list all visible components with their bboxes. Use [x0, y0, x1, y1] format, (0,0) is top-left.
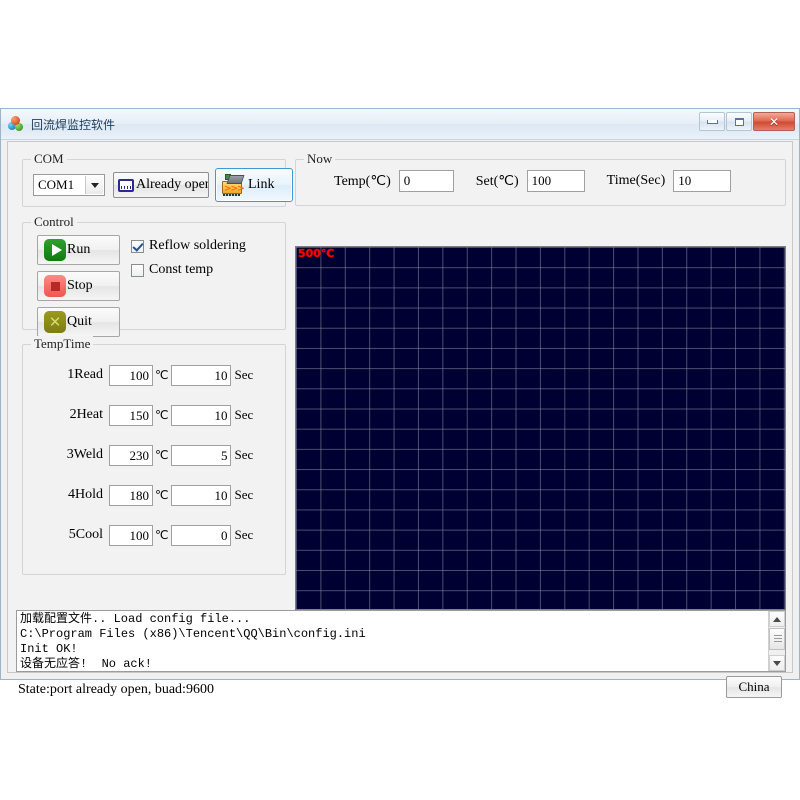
temptime-time-input[interactable]: 10 [171, 485, 231, 506]
temptime-row-name: 3Weld [23, 447, 109, 463]
scroll-down-button[interactable] [769, 655, 785, 671]
play-icon [44, 239, 66, 261]
sec-unit-label: Sec [234, 527, 253, 543]
log-line: 设备无应答! No ack! [20, 657, 765, 672]
close-icon: ✕ [769, 116, 779, 128]
temptime-group-legend: TempTime [31, 336, 93, 352]
close-x-icon: ✕ [44, 311, 66, 333]
chevron-down-icon[interactable] [85, 176, 103, 194]
now-group: Now Temp(℃) 0 Set(℃) 100 Time(Sec) 10 [295, 159, 786, 206]
com-group: COM COM1 Already open >>> Li [22, 159, 286, 207]
temptime-time-input[interactable]: 5 [171, 445, 231, 466]
com-group-legend: COM [31, 151, 67, 167]
sec-unit-label: Sec [234, 367, 253, 383]
sec-unit-label: Sec [234, 407, 253, 423]
log-line: Init OK! [20, 642, 765, 657]
temptime-row-name: 4Hold [23, 487, 109, 503]
chevron-down-icon [773, 661, 781, 666]
temptime-row-name: 2Heat [23, 407, 109, 423]
chart-max-temp-label: 500℃ [298, 248, 334, 260]
maximize-button[interactable] [726, 112, 752, 131]
now-set-label: Set(℃) [476, 173, 519, 190]
temptime-time-input[interactable]: 10 [171, 405, 231, 426]
const-temp-checkbox[interactable] [131, 264, 144, 277]
temptime-temp-input[interactable]: 230 [109, 445, 153, 466]
com-port-select[interactable]: COM1 [33, 174, 105, 196]
reflow-soldering-checkbox[interactable] [131, 240, 144, 253]
temptime-row: 2Heat 150 ℃ 10 Sec [23, 403, 285, 427]
serial-port-icon [118, 179, 134, 192]
celsius-unit-label: ℃ [155, 368, 168, 382]
temptime-time-input[interactable]: 10 [171, 365, 231, 386]
sec-unit-label: Sec [234, 487, 253, 503]
chevron-up-icon [773, 617, 781, 622]
now-set-value[interactable]: 100 [527, 170, 585, 192]
log-lines: 加载配置文件.. Load config file... C:\Program … [20, 612, 765, 672]
language-button[interactable]: China [726, 676, 782, 698]
app-spheres-icon [8, 116, 24, 132]
link-button-label: Link [248, 177, 274, 193]
log-line: C:\Program Files (x86)\Tencent\QQ\Bin\co… [20, 627, 765, 642]
celsius-unit-label: ℃ [155, 408, 168, 422]
already-open-button-label: Already open [136, 177, 209, 193]
control-group-legend: Control [31, 214, 77, 230]
minimize-icon [707, 120, 718, 124]
window-title: 回流焊监控软件 [31, 116, 115, 133]
scrollbar-thumb[interactable] [769, 628, 785, 650]
link-button[interactable]: >>> Link [215, 168, 293, 202]
log-output-box[interactable]: 加载配置文件.. Load config file... C:\Program … [16, 610, 786, 672]
celsius-unit-label: ℃ [155, 528, 168, 542]
scroll-up-button[interactable] [769, 611, 785, 627]
temptime-row-name: 5Cool [23, 527, 109, 543]
temptime-row: 4Hold 180 ℃ 10 Sec [23, 483, 285, 507]
temptime-row: 1Read 100 ℃ 10 Sec [23, 363, 285, 387]
log-scrollbar[interactable] [768, 611, 785, 671]
sec-unit-label: Sec [234, 447, 253, 463]
temptime-row-name: 1Read [23, 367, 109, 383]
close-button[interactable]: ✕ [753, 112, 795, 131]
client-area: COM COM1 Already open >>> Li [7, 141, 793, 673]
run-button-label: Run [67, 242, 90, 258]
log-line: 加载配置文件.. Load config file... [20, 612, 765, 627]
celsius-unit-label: ℃ [155, 448, 168, 462]
temperature-chart[interactable]: 500℃ [295, 246, 786, 610]
temptime-group: TempTime 1Read 100 ℃ 10 Sec 2Heat 150 ℃ … [22, 344, 286, 575]
run-button[interactable]: Run [37, 235, 120, 265]
app-window: 回流焊监控软件 ✕ COM COM1 [0, 108, 800, 680]
maximize-icon [735, 118, 744, 126]
quit-button-label: Quit [67, 314, 92, 330]
link-package-icon: >>> [222, 174, 244, 196]
minimize-button[interactable] [699, 112, 725, 131]
temptime-temp-input[interactable]: 100 [109, 525, 153, 546]
already-open-button[interactable]: Already open [113, 172, 209, 198]
stop-button-label: Stop [67, 278, 93, 294]
now-group-legend: Now [304, 151, 335, 167]
reflow-soldering-label: Reflow soldering [149, 238, 246, 254]
temptime-row: 5Cool 100 ℃ 0 Sec [23, 523, 285, 547]
window-controls: ✕ [699, 112, 795, 131]
reflow-soldering-checkbox-row[interactable]: Reflow soldering [131, 238, 246, 254]
celsius-unit-label: ℃ [155, 488, 168, 502]
const-temp-label: Const temp [149, 262, 213, 278]
now-time-value[interactable]: 10 [673, 170, 731, 192]
temptime-temp-input[interactable]: 150 [109, 405, 153, 426]
stop-icon [44, 275, 66, 297]
chart-grid [296, 247, 785, 609]
temptime-row: 3Weld 230 ℃ 5 Sec [23, 443, 285, 467]
stop-button[interactable]: Stop [37, 271, 120, 301]
title-bar: 回流焊监控软件 ✕ [1, 109, 799, 140]
com-port-value: COM1 [38, 177, 74, 193]
temptime-temp-input[interactable]: 180 [109, 485, 153, 506]
const-temp-checkbox-row[interactable]: Const temp [131, 262, 213, 278]
now-temp-label: Temp(℃) [334, 173, 391, 190]
temptime-time-input[interactable]: 0 [171, 525, 231, 546]
status-text: State:port already open, buad:9600 [18, 682, 214, 698]
temptime-temp-input[interactable]: 100 [109, 365, 153, 386]
control-group: Control Run Stop ✕ Quit Reflow soldering… [22, 222, 286, 330]
now-temp-value[interactable]: 0 [399, 170, 454, 192]
quit-button[interactable]: ✕ Quit [37, 307, 120, 337]
now-time-label: Time(Sec) [607, 173, 666, 189]
